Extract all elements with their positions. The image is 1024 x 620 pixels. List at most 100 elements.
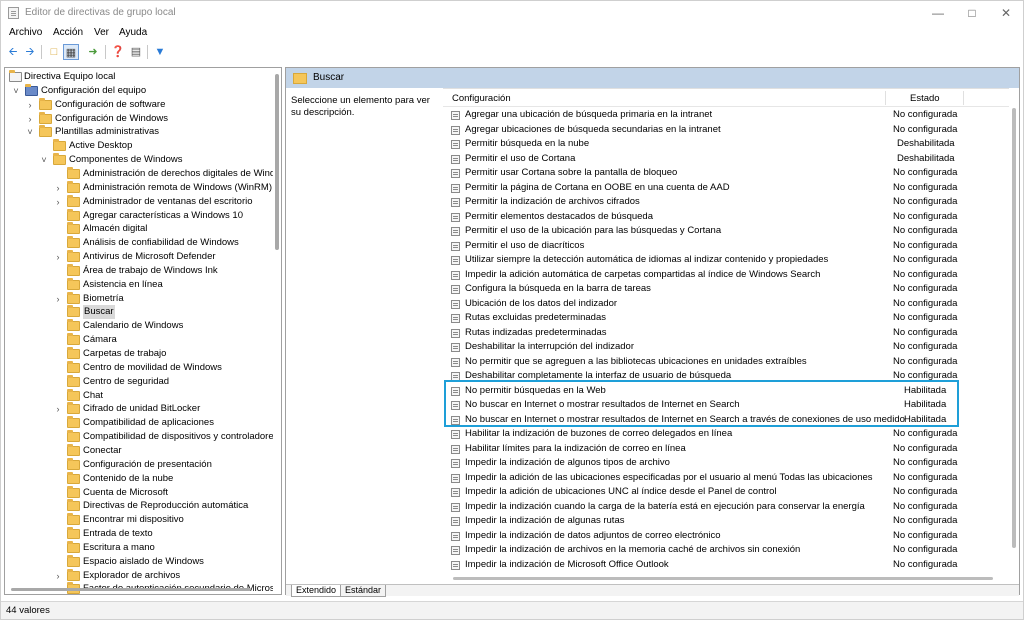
tab-extendido[interactable]: Extendido [291, 585, 342, 597]
chevron-right-icon[interactable]: › [53, 250, 63, 264]
policy-row[interactable]: No permitir búsquedas en la Web Habilitad… [443, 384, 1009, 399]
policy-setting-icon [451, 198, 460, 207]
status-text: 44 valores [6, 605, 50, 616]
tree-horizontal-scrollbar[interactable] [5, 586, 275, 594]
menu-ayuda[interactable]: Ayuda [119, 27, 147, 38]
policy-state: No configurada [893, 544, 958, 555]
policy-name: Habilitar límites para la indización de … [465, 442, 686, 454]
tree-item-label: Encontrar mi dispositivo [83, 514, 184, 526]
policy-row[interactable]: No buscar en Internet o mostrar resultad… [443, 413, 1009, 428]
policy-row[interactable]: Impedir la indización de datos adjuntos … [443, 529, 1009, 544]
column-estado[interactable]: Estado [910, 93, 940, 104]
folder-icon [67, 485, 80, 498]
policy-row[interactable]: Utilizar siempre la detección automática… [443, 253, 1009, 268]
menu-accion[interactable]: Acción [53, 27, 83, 38]
back-arrow-icon[interactable]: 🡨 [5, 44, 21, 60]
policy-row[interactable]: Configura la búsqueda en la barra de tar… [443, 282, 1009, 297]
chevron-down-icon[interactable]: ˅ [39, 153, 49, 167]
policy-row[interactable]: Permitir usar Cortana sobre la pantalla … [443, 166, 1009, 181]
properties-icon[interactable]: ▤ [128, 44, 144, 60]
tree-item-label: Cifrado de unidad BitLocker [83, 403, 201, 415]
policy-row[interactable]: Impedir la indización cuando la carga de… [443, 500, 1009, 515]
tree-item-label: Configuración de presentación [83, 458, 212, 470]
policy-row[interactable]: Ubicación de los datos del indizador No c… [443, 297, 1009, 312]
policy-row[interactable]: Impedir la adición de las ubicaciones es… [443, 471, 1009, 486]
up-folder-icon[interactable]: □ [46, 44, 62, 60]
policy-row[interactable]: Permitir elementos destacados de búsqued… [443, 210, 1009, 225]
list-header: Configuración Estado [443, 89, 1009, 107]
filter-icon[interactable]: ▼ [152, 44, 168, 60]
column-configuracion[interactable]: Configuración [452, 93, 511, 104]
forward-arrow-icon[interactable]: 🡪 [22, 44, 38, 60]
list-vertical-scrollbar[interactable] [1009, 88, 1018, 574]
policy-row[interactable]: No permitir que se agreguen a las biblio… [443, 355, 1009, 370]
policy-row[interactable]: Impedir la indización de algunos tipos d… [443, 456, 1009, 471]
policy-row[interactable]: Rutas excluidas predeterminadas No config… [443, 311, 1009, 326]
minimize-button[interactable]: — [921, 1, 955, 25]
policy-row[interactable]: Impedir la indización de archivos en la … [443, 543, 1009, 558]
tree-item-label: Calendario de Windows [83, 320, 184, 332]
close-button[interactable]: ✕ [989, 1, 1023, 25]
chevron-right-icon[interactable]: › [25, 98, 35, 112]
policy-name: Permitir la página de Cortana en OOBE en… [465, 181, 730, 193]
policy-row[interactable]: Permitir el uso de diacríticos No configu… [443, 239, 1009, 254]
chevron-right-icon[interactable]: › [53, 181, 63, 195]
policy-state: No configurada [893, 428, 958, 439]
policy-row[interactable]: Impedir la adición de ubicaciones UNC al… [443, 485, 1009, 500]
policy-row[interactable]: Permitir búsqueda en la nube Deshabilitad… [443, 137, 1009, 152]
help-icon[interactable]: ❓ [110, 44, 126, 60]
policy-row[interactable]: Habilitar la indización de buzones de co… [443, 427, 1009, 442]
policy-state: No configurada [893, 283, 958, 294]
policy-setting-icon [451, 343, 460, 352]
menu-ver[interactable]: Ver [94, 27, 109, 38]
maximize-button[interactable]: □ [955, 1, 989, 25]
show-tree-icon[interactable]: ▦ [63, 44, 79, 60]
tree-item-label: Explorador de archivos [83, 569, 181, 581]
policy-row[interactable]: Deshabilitar la interrupción del indizad… [443, 340, 1009, 355]
list-horizontal-scrollbar[interactable] [443, 575, 1009, 583]
policy-name: Deshabilitar completamente la interfaz d… [465, 370, 732, 381]
policy-row[interactable]: Deshabilitar completamente la interfaz d… [443, 369, 1009, 384]
folder-icon [67, 471, 80, 484]
tree-item-label: Carpetas de trabajo [83, 348, 167, 359]
policy-setting-icon [451, 444, 460, 454]
chevron-right-icon[interactable]: › [53, 195, 63, 209]
folder-icon [67, 388, 80, 401]
folder-icon [67, 416, 80, 429]
policy-row[interactable]: Permitir la indización de archivos cifra… [443, 195, 1009, 210]
policy-row[interactable]: No buscar en Internet o mostrar resultad… [443, 398, 1009, 413]
policy-row[interactable]: Habilitar límites para la indización de … [443, 442, 1009, 457]
policy-row[interactable]: Impedir la adición automática de carpeta… [443, 268, 1009, 283]
tree-pane[interactable]: Factor de autenticación secundario de Mi… [4, 67, 282, 595]
chevron-right-icon[interactable]: › [53, 402, 63, 416]
policy-row[interactable]: Rutas indizadas predeterminadas No config… [443, 326, 1009, 341]
menu-archivo[interactable]: Archivo [9, 27, 42, 38]
policy-row[interactable]: Permitir la página de Cortana en OOBE en… [443, 181, 1009, 196]
tree-item-label: Chat [83, 389, 104, 401]
tree-item-label: Buscar [83, 305, 115, 320]
folder-icon [67, 194, 80, 207]
tab-estandar[interactable]: Estándar [340, 585, 387, 597]
policy-name: Impedir la indización cuando la carga de… [465, 500, 865, 512]
chevron-right-icon[interactable]: › [53, 292, 63, 306]
policy-state: No configurada [893, 312, 958, 323]
policy-row[interactable]: Agregar ubicaciones de búsqueda secundar… [443, 123, 1009, 138]
policy-name: Permitir usar Cortana sobre la pantalla … [465, 167, 678, 178]
policy-row[interactable]: Impedir la indización de Microsoft Offic… [443, 558, 1009, 573]
policy-row[interactable]: Permitir el uso de Cortana Deshabilitada [443, 152, 1009, 167]
export-list-icon[interactable]: ➜ [85, 44, 101, 60]
chevron-right-icon[interactable]: › [25, 112, 35, 126]
tree-item-label: Asistencia en línea [83, 278, 163, 290]
main-window: Editor de directivas de grupo local — □ … [0, 0, 1024, 620]
policy-row[interactable]: Impedir la indización de algunas rutas No… [443, 514, 1009, 529]
policy-setting-icon [451, 372, 460, 381]
policy-row[interactable]: Permitir el uso de la ubicación para las… [443, 224, 1009, 239]
folder-icon [67, 374, 80, 387]
tree-vertical-scrollbar[interactable] [273, 68, 281, 594]
tree-item-label: Antivirus de Microsoft Defender [83, 251, 216, 263]
chevron-down-icon[interactable]: ˅ [25, 125, 35, 139]
chevron-down-icon[interactable]: ˅ [11, 84, 21, 98]
policy-row[interactable]: Agregar una ubicación de búsqueda primar… [443, 108, 1009, 123]
chevron-right-icon[interactable]: › [53, 569, 63, 583]
policy-list[interactable]: Configuración Estado Agregar una ubicaci… [443, 88, 1009, 574]
